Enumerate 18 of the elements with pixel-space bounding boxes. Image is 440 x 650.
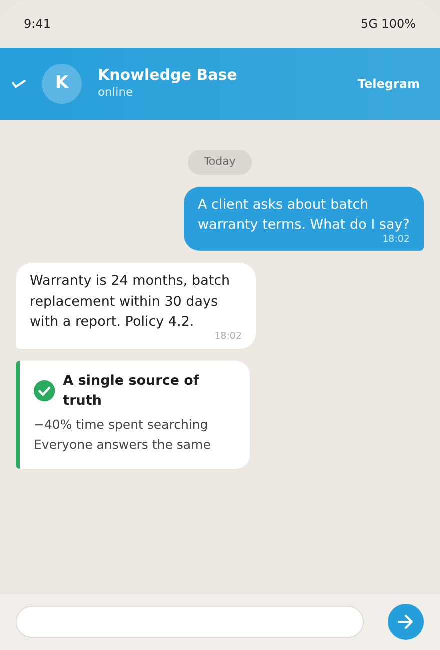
- message-text: Warranty is 24 months, batch replacement within 30 days with a report. Policy 4.2.: [30, 272, 232, 332]
- callout-title: A single source of truth: [63, 372, 200, 411]
- message-time: 18:02: [214, 332, 242, 343]
- arrow-icon: [398, 615, 414, 629]
- app-label: Telegram: [358, 76, 420, 93]
- callout-line: Everyone answers the same: [34, 436, 212, 454]
- message-time: 18:02: [382, 235, 410, 246]
- message-text: A client asks about batch warranty terms. What do I say?: [198, 196, 410, 235]
- status-time: 9:41: [24, 16, 51, 33]
- send-button[interactable]: [388, 604, 424, 640]
- callout-line: −40% time spent searching: [34, 416, 210, 434]
- chat-status: online: [98, 84, 134, 102]
- chat-title: Knowledge Base: [98, 66, 238, 84]
- check-circle-icon: [34, 380, 56, 402]
- status-indicators: 5G 100%: [360, 16, 416, 33]
- avatar: K: [42, 64, 82, 104]
- message-input[interactable]: [16, 606, 364, 638]
- date-chip: Today: [188, 150, 252, 174]
